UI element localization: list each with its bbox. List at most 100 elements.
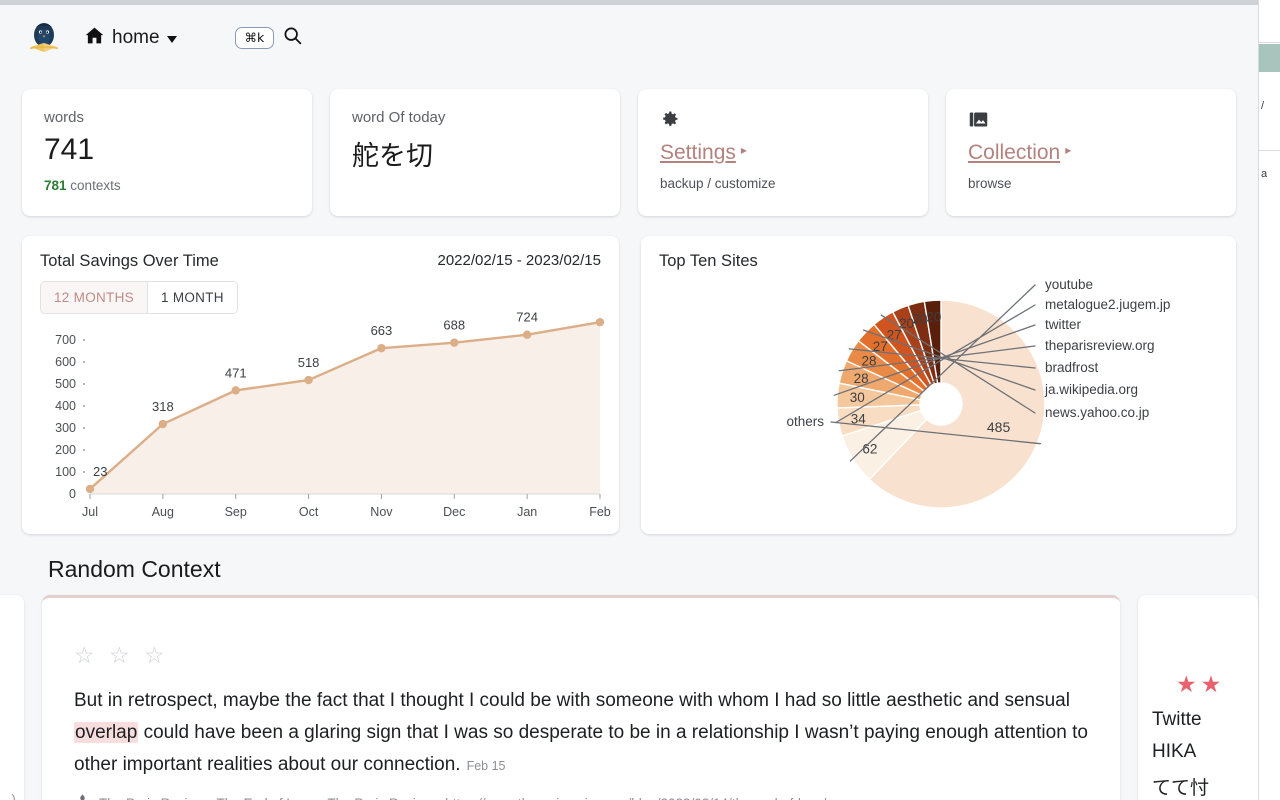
svg-text:318: 318 — [152, 399, 174, 414]
svg-text:Dec: Dec — [443, 505, 465, 519]
top-ten-sites-title: Top Ten Sites — [658, 252, 758, 270]
collection-card[interactable]: Collection ▸ browse — [946, 89, 1236, 216]
svg-text:724: 724 — [516, 310, 538, 325]
tab-1-month[interactable]: 1 MONTH — [146, 282, 237, 313]
svg-text:Aug: Aug — [152, 505, 174, 519]
sliver-text: a — [1261, 168, 1268, 180]
svg-text:600: 600 — [55, 355, 76, 369]
settings-card[interactable]: Settings ▸ backup / customize — [638, 89, 928, 216]
settings-arrow-icon: ▸ — [740, 143, 747, 157]
svg-text:others: others — [786, 414, 824, 429]
random-context-heading: Random Context — [48, 556, 221, 582]
svg-text:700: 700 — [55, 333, 76, 347]
stat-cards-row: words 741 781 contexts word Of today 舵を切… — [0, 89, 1258, 216]
word-of-today-label: word Of today — [352, 109, 446, 126]
penguin-book-logo[interactable] — [24, 18, 64, 58]
next-card-rating-stars[interactable]: ★★ — [1176, 673, 1225, 696]
svg-text:300: 300 — [55, 421, 76, 435]
chevron-down-icon — [166, 36, 177, 43]
svg-text:20: 20 — [926, 309, 941, 324]
context-highlight-word: overlap — [74, 722, 139, 743]
svg-text:ja.wikipedia.org: ja.wikipedia.org — [1044, 382, 1138, 397]
random-context-carousel: ) ☆ ☆ ☆ But in retrospect, maybe the fac… — [0, 595, 1258, 800]
settings-note: backup / customize — [660, 176, 776, 191]
svg-text:781: 781 — [589, 310, 611, 312]
context-card-next[interactable]: ★★ Twitte HIKA てて忖 検 HII — [1138, 595, 1258, 800]
contexts-label: contexts — [70, 178, 121, 193]
charts-row: Total Savings Over Time 2022/02/15 - 202… — [0, 236, 1258, 534]
svg-text:Feb: Feb — [589, 505, 611, 519]
svg-text:twitter: twitter — [1045, 317, 1082, 332]
svg-text:518: 518 — [298, 355, 320, 370]
next-card-line-1: Twitte — [1152, 709, 1202, 730]
sliver-rule-mid — [1259, 150, 1280, 151]
svg-text:metalogue2.jugem.jp: metalogue2.jugem.jp — [1045, 297, 1170, 312]
words-card-value: 741 — [44, 133, 95, 166]
word-of-today-value: 舵を切 — [352, 141, 433, 172]
word-of-today-card: word Of today 舵を切 — [330, 89, 620, 216]
sliver-glyph: / — [1261, 100, 1265, 112]
gear-icon — [660, 109, 906, 131]
search-icon[interactable] — [282, 25, 303, 51]
context-source-text: The Paris Review - The End of Love - The… — [99, 796, 826, 800]
svg-text:bradfrost: bradfrost — [1045, 360, 1099, 375]
svg-text:23: 23 — [93, 464, 107, 479]
tab-12-months[interactable]: 12 MONTHS — [41, 282, 147, 313]
date-range-label: 2022/02/15 - 2023/02/15 — [437, 252, 601, 269]
search-shortcut-badge[interactable]: ⌘k — [234, 27, 275, 49]
svg-text:Nov: Nov — [370, 505, 393, 519]
context-source-row[interactable]: The Paris Review - The End of Love - The… — [74, 793, 1088, 800]
svg-text:Jan: Jan — [517, 505, 537, 519]
svg-text:youtube: youtube — [1045, 277, 1093, 292]
svg-text:0: 0 — [69, 487, 76, 501]
collection-note: browse — [968, 176, 1012, 191]
paris-review-icon — [74, 793, 91, 800]
svg-text:688: 688 — [443, 318, 465, 333]
svg-text:Jul: Jul — [82, 505, 98, 519]
svg-text:Sep: Sep — [225, 505, 247, 519]
svg-text:485: 485 — [987, 419, 1011, 435]
background-window-sliver[interactable]: / a — [1258, 0, 1280, 800]
context-text: But in retrospect, maybe the fact that I… — [74, 685, 1088, 782]
svg-text:663: 663 — [371, 323, 393, 338]
context-card-previous[interactable]: ) — [0, 595, 24, 800]
home-icon — [84, 25, 105, 51]
search-group[interactable]: ⌘k — [234, 25, 304, 51]
svg-text:20: 20 — [912, 312, 927, 327]
app-page: home ⌘k words 741 781 contexts word Of t… — [0, 5, 1258, 800]
next-card-line-2: HIKA — [1152, 741, 1197, 762]
context-card-main[interactable]: ☆ ☆ ☆ But in retrospect, maybe the fact … — [42, 595, 1120, 800]
top-ten-sites-panel: Top Ten Sites 485 62 34 30 28 28 27 27 20 20 20 you… — [640, 236, 1236, 534]
sliver-rule-top — [1259, 42, 1280, 43]
svg-text:Oct: Oct — [299, 505, 319, 519]
svg-text:471: 471 — [225, 365, 247, 380]
context-text-before: But in retrospect, maybe the fact that I… — [74, 690, 1070, 711]
words-card-label: words — [44, 109, 85, 126]
previous-card-peek-text: ) — [11, 791, 16, 800]
svg-text:62: 62 — [862, 442, 877, 457]
svg-text:100: 100 — [55, 465, 76, 479]
svg-text:200: 200 — [55, 443, 76, 457]
image-icon — [968, 109, 1214, 131]
savings-area-chart: 0 100 200 300 400 500 600 700 Jul 23 Aug 318 Sep 471 O… — [55, 310, 611, 519]
collection-link[interactable]: Collection — [968, 141, 1060, 165]
next-card-line-3: てて忖 — [1152, 777, 1210, 799]
svg-text:theparisreview.org: theparisreview.org — [1045, 338, 1155, 353]
sliver-band — [1259, 44, 1280, 72]
svg-text:500: 500 — [55, 377, 76, 391]
top-sites-donut-chart: 48562343028282727202020youtubemetalogue2… — [786, 277, 1170, 509]
words-card-contexts: 781 contexts — [44, 178, 290, 193]
app-header: home ⌘k — [0, 5, 1258, 71]
rating-stars[interactable]: ☆ ☆ ☆ — [74, 644, 1088, 667]
svg-text:30: 30 — [850, 390, 865, 405]
total-savings-panel: Total Savings Over Time 2022/02/15 - 202… — [22, 236, 619, 534]
settings-link[interactable]: Settings — [660, 141, 736, 165]
contexts-count: 781 — [44, 178, 67, 193]
svg-text:news.yahoo.co.jp: news.yahoo.co.jp — [1045, 405, 1149, 420]
context-text-after: could have been a glaring sign that I wa… — [74, 722, 1088, 775]
home-nav-dropdown[interactable]: home — [84, 25, 177, 51]
context-date: Feb 15 — [466, 759, 506, 773]
words-card: words 741 781 contexts — [22, 89, 312, 216]
collection-arrow-icon: ▸ — [1065, 143, 1072, 157]
svg-text:400: 400 — [55, 399, 76, 413]
